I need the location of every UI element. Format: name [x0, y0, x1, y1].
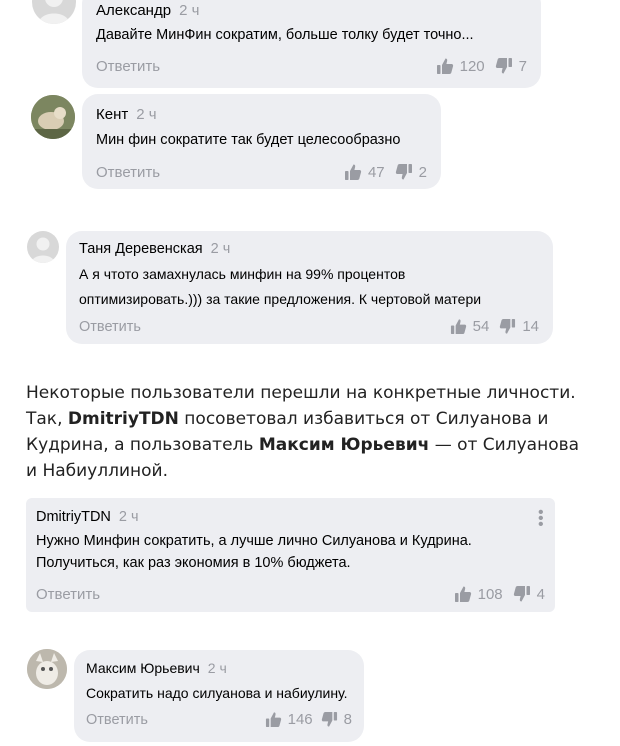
thumb-up-icon[interactable] [436, 57, 454, 75]
author-name[interactable]: Таня Деревенская [79, 241, 203, 257]
comment-bubble: Максим Юрьевич 2 ч Сократить надо силуано… [74, 650, 364, 742]
dislike-count: 7 [518, 57, 527, 75]
article-username-link: DmitriyTDN [67, 409, 179, 429]
like-count: 120 [459, 57, 485, 75]
avatar-placeholder[interactable] [32, 0, 76, 24]
comment-author[interactable]: Александр 2 ч [96, 2, 199, 19]
vote-bar: 54 14 [450, 318, 539, 335]
comment-author[interactable]: Максим Юрьевич 2 ч [86, 660, 227, 676]
comment-bubble: DmitriyTDN 2 ч • • • Нужно Минфин сократить… [26, 498, 555, 612]
comment-text-line-2: оптимизировать.))) за такие предложения.… [79, 291, 482, 307]
thumb-up-icon[interactable] [265, 711, 282, 728]
comment-time: 2 ч [210, 241, 231, 257]
reply-button[interactable]: Ответить [96, 164, 160, 181]
comment-text: Давайте МинФин сократим, больше толку бу… [96, 27, 474, 43]
thumb-up-icon[interactable] [454, 585, 472, 603]
reply-button[interactable]: Ответить [36, 586, 100, 603]
thumb-up-icon[interactable] [450, 318, 467, 335]
like-count: 108 [477, 585, 503, 603]
thumb-down-icon[interactable] [395, 163, 413, 181]
comment-bubble: Кент 2 ч Мин фин сократите так будет целе… [82, 94, 441, 189]
comment-panel-1: Александр 2 ч Давайте МинФин сократим, бо… [26, 0, 541, 95]
article-paragraph: Некоторые пользователи перешли на конкре… [26, 380, 586, 484]
comment-panel-5: Максим Юрьевич 2 ч Сократить надо силуано… [26, 636, 406, 746]
thumb-down-icon[interactable] [321, 711, 338, 728]
reply-button[interactable]: Ответить [96, 58, 160, 75]
like-count: 47 [367, 163, 385, 181]
comment-text-line-1: А я чтото замахнулась минфин на 99% проц… [79, 266, 406, 282]
more-options-icon[interactable]: • • • [538, 505, 544, 533]
thumb-down-icon[interactable] [499, 318, 516, 335]
comment-time: 2 ч [207, 660, 227, 676]
dislike-count: 4 [536, 585, 545, 603]
reply-button[interactable]: Ответить [86, 712, 148, 728]
comment-author[interactable]: DmitriyTDN 2 ч [36, 509, 139, 525]
dislike-count: 8 [343, 711, 352, 728]
comment-panel-2: Кент 2 ч Мин фин сократите так будет целе… [26, 92, 541, 197]
avatar[interactable] [27, 649, 67, 689]
comment-text: Мин фин сократите так будет целесообразн… [96, 132, 401, 148]
article-username-link: Максим Юрьевич [258, 435, 430, 455]
vote-bar: 108 4 [454, 585, 545, 603]
comment-panel-3: Таня Деревенская 2 ч А я чтото замахнулас… [26, 215, 561, 350]
thumb-up-icon[interactable] [344, 163, 362, 181]
author-name[interactable]: Кент [96, 106, 128, 123]
avatar-placeholder[interactable] [27, 231, 59, 263]
comment-time: 2 ч [118, 509, 139, 525]
comment-author[interactable]: Таня Деревенская 2 ч [79, 241, 230, 257]
vote-bar: 47 2 [344, 163, 427, 181]
thumb-down-icon[interactable] [513, 585, 531, 603]
dislike-count: 14 [522, 318, 539, 335]
vote-bar: 146 8 [265, 711, 352, 728]
thumb-down-icon[interactable] [495, 57, 513, 75]
dislike-count: 2 [418, 163, 427, 181]
avatar[interactable] [31, 95, 75, 139]
comment-bubble: Александр 2 ч Давайте МинФин сократим, бо… [82, 0, 541, 88]
comment-text-line-2: Получиться, как раз экономия в 10% бюдже… [36, 555, 351, 571]
like-count: 54 [472, 318, 490, 335]
comment-time: 2 ч [179, 2, 200, 19]
comment-time: 2 ч [136, 106, 157, 123]
author-name[interactable]: Александр [96, 2, 171, 19]
comment-text: Сократить надо силуанова и набиулину. [86, 685, 348, 701]
reply-button[interactable]: Ответить [79, 319, 141, 335]
like-count: 146 [287, 711, 313, 728]
author-name[interactable]: Максим Юрьевич [86, 660, 200, 676]
author-name[interactable]: DmitriyTDN [36, 509, 111, 525]
comment-author[interactable]: Кент 2 ч [96, 106, 157, 123]
vote-bar: 120 7 [436, 57, 527, 75]
comment-bubble: Таня Деревенская 2 ч А я чтото замахнулас… [66, 231, 553, 344]
